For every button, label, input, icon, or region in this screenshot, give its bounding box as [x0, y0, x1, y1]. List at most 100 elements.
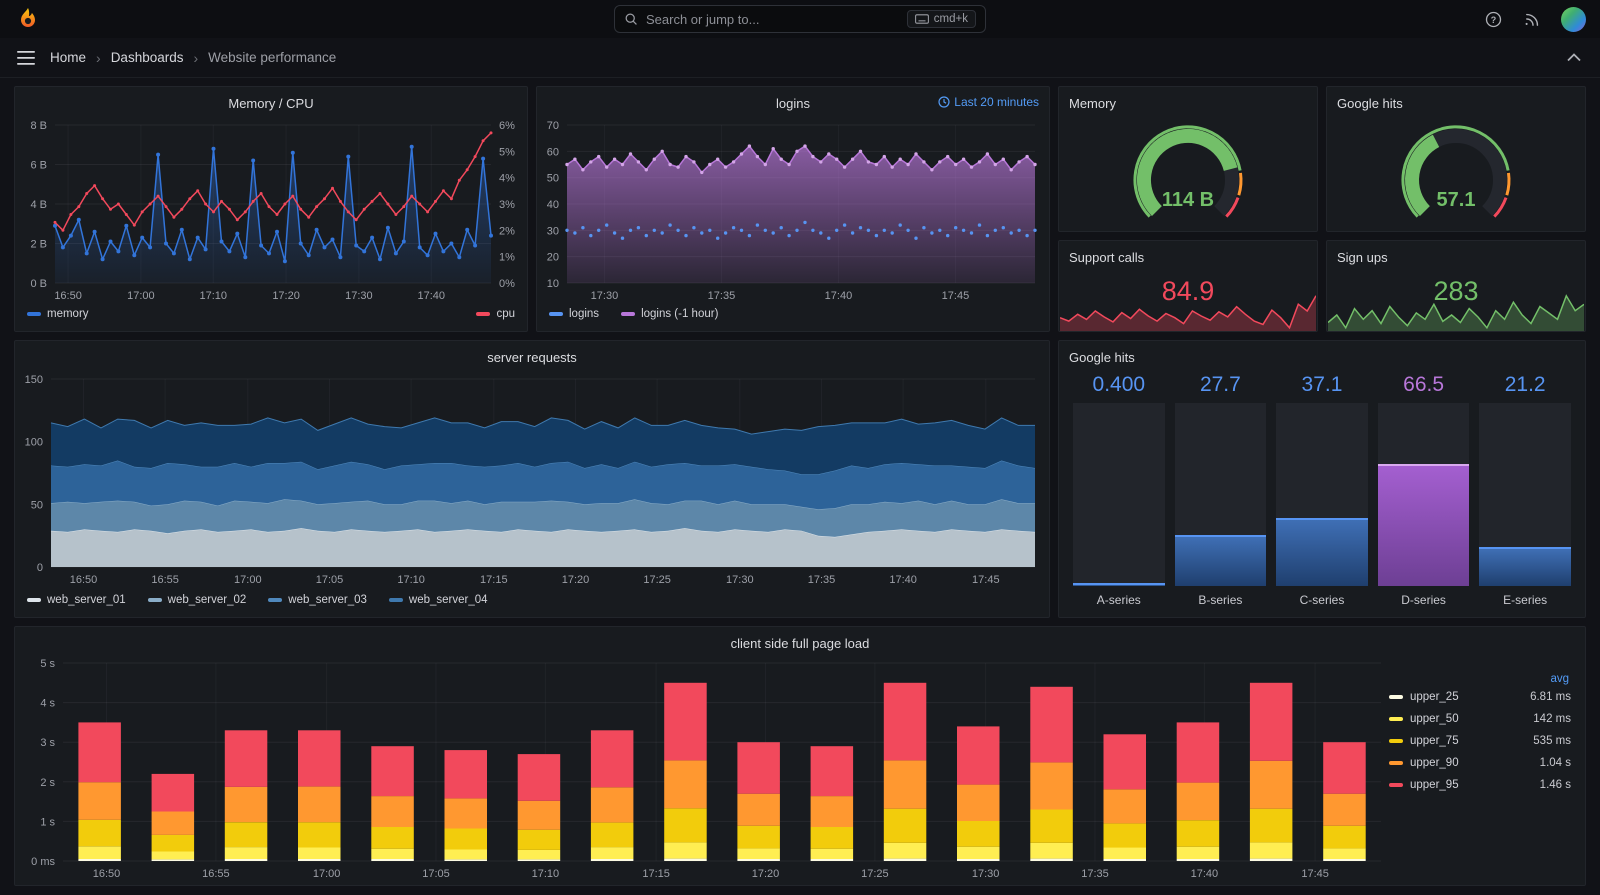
breadcrumb-home[interactable]: Home: [50, 50, 86, 65]
legend-swatch: [621, 312, 636, 316]
panel-title-server-requests[interactable]: server requests: [15, 341, 1049, 367]
search-input[interactable]: Search or jump to... cmd+k: [614, 5, 986, 33]
memory-gauge: 114 B: [1059, 113, 1317, 231]
memory-cpu-chart[interactable]: 0 B 2 B 4 B 6 B 8 B 0% 1% 2% 3% 4% 5% 6% 16:50 17:00 1…: [15, 113, 527, 305]
legend-label: logins: [569, 308, 600, 320]
breadcrumb-bar: Home › Dashboards › Website performance: [0, 38, 1600, 78]
legend-item-upper_50[interactable]: upper_50 142 ms: [1389, 713, 1571, 725]
breadcrumb-dashboards[interactable]: Dashboards: [111, 50, 184, 65]
panel-title-sign-ups[interactable]: Sign ups: [1327, 241, 1585, 267]
legend-label: memory: [47, 308, 89, 320]
panel-title: server requests: [487, 349, 577, 365]
panel-page-load: client side full page load 0 ms 1 s 2 s 3 s…: [14, 626, 1586, 886]
legend-swatch: [147, 598, 162, 602]
panel-title-google-hits-bars[interactable]: Google hits: [1059, 341, 1585, 367]
svg-text:17:35: 17:35: [808, 574, 836, 586]
sign-ups-body[interactable]: 283: [1327, 267, 1585, 331]
panel-title-memory-gauge[interactable]: Memory: [1059, 87, 1317, 113]
svg-text:?: ?: [1490, 14, 1495, 24]
svg-text:17:25: 17:25: [643, 574, 671, 586]
svg-text:17:00: 17:00: [127, 290, 155, 302]
svg-text:4%: 4%: [499, 173, 515, 185]
logins-legend: logins logins (-1 hour): [537, 305, 1049, 331]
svg-text:20: 20: [547, 252, 559, 264]
svg-text:17:35: 17:35: [1081, 868, 1109, 880]
page-load-chart[interactable]: 0 ms 1 s 2 s 3 s 4 s 5 s 16:50 16:55 17:00 17:05 1…: [15, 653, 1389, 885]
google-hits-bar-gauge[interactable]: 0.400 A-series 27.7 B-series 37.1 C-series 66.…: [1059, 367, 1585, 617]
svg-text:40: 40: [547, 199, 559, 211]
legend-label: web_server_02: [167, 594, 247, 606]
bar-track: [1174, 403, 1267, 586]
legend-item-upper_25[interactable]: upper_25 6.81 ms: [1389, 691, 1571, 703]
legend-swatch: [27, 598, 41, 602]
bar-gauge-d-series[interactable]: 66.5 D-series: [1377, 369, 1470, 609]
user-avatar[interactable]: [1561, 6, 1586, 32]
chevron-up-icon[interactable]: [1562, 46, 1586, 70]
legend-item-cpu[interactable]: cpu: [476, 308, 515, 320]
svg-text:2 B: 2 B: [30, 239, 47, 251]
svg-text:0 ms: 0 ms: [31, 856, 55, 868]
memory-cpu-legend: memory cpu: [15, 305, 527, 331]
svg-text:3%: 3%: [499, 199, 515, 211]
legend-item-logins-1-hour[interactable]: logins (-1 hour): [621, 308, 718, 320]
svg-text:57.1: 57.1: [1437, 189, 1476, 211]
support-calls-body[interactable]: 84.9: [1059, 267, 1317, 331]
svg-text:17:40: 17:40: [1191, 868, 1219, 880]
svg-text:17:20: 17:20: [272, 290, 300, 302]
grafana-logo[interactable]: [14, 5, 42, 33]
breadcrumb: Home › Dashboards › Website performance: [50, 50, 336, 66]
page-load-body: 0 ms 1 s 2 s 3 s 4 s 5 s 16:50 16:55 17:00 17:05 1…: [15, 653, 1585, 885]
panel-title-memory-cpu[interactable]: Memory / CPU: [15, 87, 527, 113]
svg-text:17:40: 17:40: [825, 290, 853, 302]
legend-item-upper_90[interactable]: upper_90 1.04 s: [1389, 757, 1571, 769]
breadcrumb-separator: ›: [96, 49, 101, 66]
legend-label: upper_90: [1410, 757, 1459, 769]
help-icon[interactable]: ?: [1481, 7, 1505, 31]
bar-value: 21.2: [1504, 373, 1546, 396]
legend-item-upper_75[interactable]: upper_75 535 ms: [1389, 735, 1571, 747]
bar-label: B-series: [1198, 593, 1243, 607]
page-load-legend: avg upper_25 6.81 ms upper_50 142 ms upper_7…: [1389, 653, 1585, 885]
bar-label: E-series: [1503, 593, 1548, 607]
legend-item-upper_95[interactable]: upper_95 1.46 s: [1389, 779, 1571, 791]
bar-fill: [1073, 583, 1165, 586]
svg-text:150: 150: [25, 374, 43, 386]
legend-swatch: [1389, 783, 1403, 787]
svg-text:50: 50: [31, 499, 43, 511]
svg-text:17:45: 17:45: [942, 290, 970, 302]
server-requests-legend: web_server_01 web_server_02 web_server_03 w…: [15, 591, 1049, 617]
legend-label: cpu: [496, 308, 515, 320]
bar-gauge-c-series[interactable]: 37.1 C-series: [1276, 369, 1368, 609]
panel-title-page-load[interactable]: client side full page load: [15, 627, 1585, 653]
legend-item-web-server-03[interactable]: web_server_03: [268, 594, 367, 606]
panel-title-support-calls[interactable]: Support calls: [1059, 241, 1317, 267]
menu-toggle-icon[interactable]: [14, 46, 38, 70]
panel-title: logins: [776, 95, 810, 111]
bar-gauge-a-series[interactable]: 0.400 A-series: [1073, 369, 1165, 609]
grafana-flame-icon: [21, 8, 35, 27]
panel-title-google-hits-gauge[interactable]: Google hits: [1327, 87, 1585, 113]
svg-text:17:00: 17:00: [313, 868, 341, 880]
legend-label: upper_75: [1410, 735, 1459, 747]
support-calls-value: 84.9: [1161, 275, 1215, 306]
svg-text:1 s: 1 s: [40, 816, 55, 828]
legend-item-web-server-04[interactable]: web_server_04: [388, 594, 488, 606]
legend-item-logins[interactable]: logins: [549, 308, 599, 320]
svg-text:4 s: 4 s: [40, 698, 55, 710]
logins-chart[interactable]: 10 20 30 40 50 60 70 17:30 17:35 17:40 17:45: [537, 113, 1049, 305]
bar-gauge-e-series[interactable]: 21.2 E-series: [1479, 369, 1571, 609]
server-requests-chart[interactable]: 0 50 100 150 16:50 16:55 17:00 17:05 17:10 17:15 1…: [15, 367, 1049, 591]
breadcrumb-current: Website performance: [208, 50, 337, 65]
bar-label: A-series: [1096, 593, 1141, 607]
time-override-badge: Last 20 minutes: [938, 95, 1039, 109]
google-hits-gauge: 57.1: [1327, 113, 1585, 231]
legend-item-web-server-02[interactable]: web_server_02: [147, 594, 247, 606]
svg-text:17:20: 17:20: [562, 574, 590, 586]
bar-gauge-b-series[interactable]: 27.7 B-series: [1174, 369, 1267, 609]
legend-swatch: [268, 598, 283, 602]
legend-item-web-server-01[interactable]: web_server_01: [27, 594, 126, 606]
svg-text:17:05: 17:05: [422, 868, 450, 880]
svg-text:114 B: 114 B: [1162, 189, 1214, 211]
news-feed-icon[interactable]: [1521, 7, 1545, 31]
legend-item-memory[interactable]: memory: [27, 308, 89, 320]
